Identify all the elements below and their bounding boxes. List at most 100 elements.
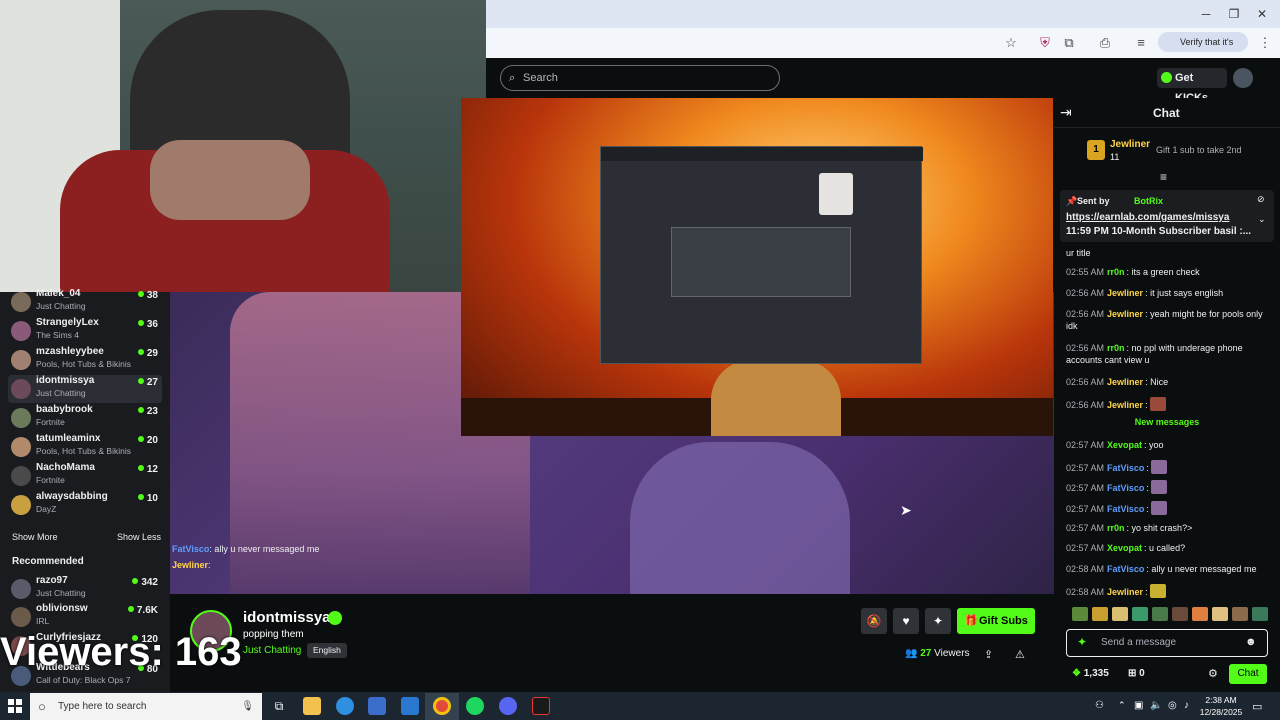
channel-viewers: 38 — [137, 290, 158, 301]
spotify-icon[interactable] — [466, 697, 484, 715]
channel-category: Fortnite — [36, 475, 65, 485]
emote-icon[interactable] — [1072, 607, 1088, 621]
sidebar-channel[interactable]: NachoMama Fortnite 12 — [8, 462, 162, 490]
avatar — [11, 292, 31, 312]
screenshot-icon[interactable]: ⎙ — [1096, 34, 1114, 52]
avatar — [11, 321, 31, 341]
tray-app-icon[interactable]: ▣ — [1134, 700, 1143, 711]
microphone-icon[interactable]: 🎙 — [241, 693, 254, 720]
recommended-channel[interactable]: razo97 Just Chatting 342 — [8, 575, 162, 603]
verify-profile-button[interactable]: Verify that it's you — [1158, 32, 1248, 67]
top-gifter-count: 11 — [1110, 152, 1120, 162]
goxlr-titlebar — [601, 147, 923, 161]
emote-icon[interactable] — [1152, 607, 1168, 621]
notification-center-icon[interactable]: ▭ — [1252, 700, 1262, 713]
sidebar-channel[interactable]: tatumleaminx Pools, Hot Tubs & Bikinis 2… — [8, 433, 162, 461]
close-icon[interactable]: ✕ — [1252, 6, 1272, 22]
channel-points[interactable]: ❖ 1,335 — [1072, 668, 1109, 679]
emote-icon[interactable] — [1092, 607, 1108, 621]
sparkle-icon[interactable]: ✦ — [925, 608, 951, 634]
language-badge[interactable]: English — [307, 643, 347, 658]
shield-extension-icon[interactable]: ⛨ — [1036, 34, 1054, 52]
reading-list-icon[interactable]: ≡ — [1132, 34, 1150, 52]
gift-prompt[interactable]: Gift 1 sub to take 2nd — [1156, 145, 1242, 155]
edge-browser-icon[interactable] — [336, 697, 354, 715]
notifications-off-icon[interactable]: 🔕 — [861, 608, 887, 634]
sidebar-channel[interactable]: mzashleyybee Pools, Hot Tubs & Bikinis 2… — [8, 346, 162, 374]
taskbar-clock[interactable]: 2:38 AM 12/28/2025 — [1196, 694, 1246, 718]
extensions-icon[interactable]: ⧉ — [1060, 34, 1078, 52]
channel-category: Pools, Hot Tubs & Bikinis — [36, 359, 131, 369]
chevron-down-icon[interactable]: ⌄ — [1258, 214, 1266, 225]
live-dot-icon — [137, 407, 144, 413]
sidebar-channel-active[interactable]: idontmissya Just Chatting 27 — [8, 375, 162, 403]
volume-icon[interactable]: 🔈 — [1150, 700, 1162, 711]
emote-icon[interactable] — [1172, 607, 1188, 621]
bookmark-star-icon[interactable]: ☆ — [1002, 34, 1020, 52]
chevron-up-icon[interactable]: ⌃ — [1118, 700, 1126, 711]
channel-category: Just Chatting — [36, 588, 86, 598]
live-dot-icon — [137, 436, 144, 442]
browser-menu-icon[interactable]: ⋮ — [1256, 34, 1274, 52]
channel-name: Malek_04 — [36, 288, 81, 299]
pinned-message[interactable]: 📌 Sent by BotRix https://earnlab.com/gam… — [1060, 190, 1274, 242]
app-icon[interactable] — [532, 697, 550, 715]
sidebar-channel[interactable]: alwaysdabbing DayZ 10 — [8, 491, 162, 519]
emote-icon[interactable] — [1252, 607, 1268, 621]
search-input[interactable]: ⌕ Search — [500, 65, 780, 91]
emote-icon[interactable] — [1212, 607, 1228, 621]
windows-start-icon[interactable] — [8, 699, 22, 713]
channel-name: NachoMama — [36, 462, 95, 473]
emote-icon — [1151, 480, 1168, 494]
recommended-channel[interactable]: oblivionsw IRL 7.6K — [8, 603, 162, 631]
taskbar-search-box[interactable]: ○ Type here to search 🎙 — [30, 693, 262, 720]
emote-icon — [1150, 584, 1167, 598]
emote-icon — [1151, 501, 1168, 515]
pinned-link[interactable]: https://earnlab.com/games/missya — [1066, 212, 1229, 223]
show-more-button[interactable]: Show More — [12, 532, 58, 542]
streamer-name[interactable]: idontmissya — [243, 609, 331, 626]
network-icon[interactable]: ◎ — [1168, 700, 1177, 711]
task-view-icon[interactable]: ⧉ — [270, 697, 288, 715]
sidebar-channel[interactable]: Malek_04 Just Chatting 38 — [8, 288, 162, 316]
follow-heart-icon[interactable]: ♥ — [893, 608, 919, 634]
chrome-icon[interactable] — [433, 697, 451, 715]
minimize-icon[interactable]: ─ — [1196, 6, 1216, 22]
people-icon[interactable]: ⚇ — [1095, 700, 1104, 711]
mail-icon[interactable] — [401, 697, 419, 715]
top-gifter-bar: 1 Jewliner 11 Gift 1 sub to take 2nd ≡ — [1054, 128, 1280, 188]
expand-icon[interactable]: ≡ — [1160, 170, 1167, 184]
emote-icon[interactable] — [1132, 607, 1148, 621]
discord-icon[interactable] — [499, 697, 517, 715]
user-avatar[interactable] — [1233, 68, 1253, 88]
live-dot-icon — [137, 465, 144, 471]
gift-subs-button[interactable]: 🎁 Gift Subs — [957, 608, 1035, 634]
stream-category-link[interactable]: Just Chatting — [243, 645, 301, 656]
new-messages-divider[interactable]: New messages — [1058, 417, 1276, 429]
unpin-icon[interactable]: ⊘ — [1257, 194, 1265, 205]
chat-message-input[interactable]: ✦ Send a message ☻ — [1066, 629, 1268, 657]
badge-counter[interactable]: ⊞ 0 — [1128, 668, 1145, 679]
collapse-chat-icon[interactable]: ⇥ — [1060, 104, 1072, 121]
report-icon[interactable]: ⚠ — [1015, 648, 1025, 661]
taskbar-search-placeholder: Type here to search — [58, 701, 147, 712]
sidebar-channel[interactable]: StrangelyLex The Sims 4 36 — [8, 317, 162, 345]
emote-icon[interactable] — [1192, 607, 1208, 621]
emoji-picker-icon[interactable]: ☻ — [1245, 630, 1257, 655]
channel-viewers: 23 — [137, 406, 158, 417]
speaker-icon[interactable]: ♪ — [1184, 700, 1189, 711]
sidebar-channel[interactable]: baabybrook Fortnite 23 — [8, 404, 162, 432]
show-less-button[interactable]: Show Less — [117, 532, 161, 542]
emote-icon[interactable] — [1232, 607, 1248, 621]
send-chat-button[interactable]: Chat — [1229, 664, 1267, 684]
get-kicks-button[interactable]: Get KICKs — [1157, 68, 1227, 104]
emote-icon[interactable] — [1112, 607, 1128, 621]
channel-viewers: 7.6K — [127, 605, 158, 616]
points-icon: ❖ — [1072, 668, 1081, 679]
chat-settings-gear-icon[interactable]: ⚙ — [1208, 667, 1218, 680]
channel-category: Just Chatting — [36, 388, 86, 398]
microsoft-store-icon[interactable] — [368, 697, 386, 715]
restore-icon[interactable]: ❐ — [1224, 6, 1244, 22]
file-explorer-icon[interactable] — [303, 697, 321, 715]
share-icon[interactable]: ⇪ — [984, 648, 993, 661]
